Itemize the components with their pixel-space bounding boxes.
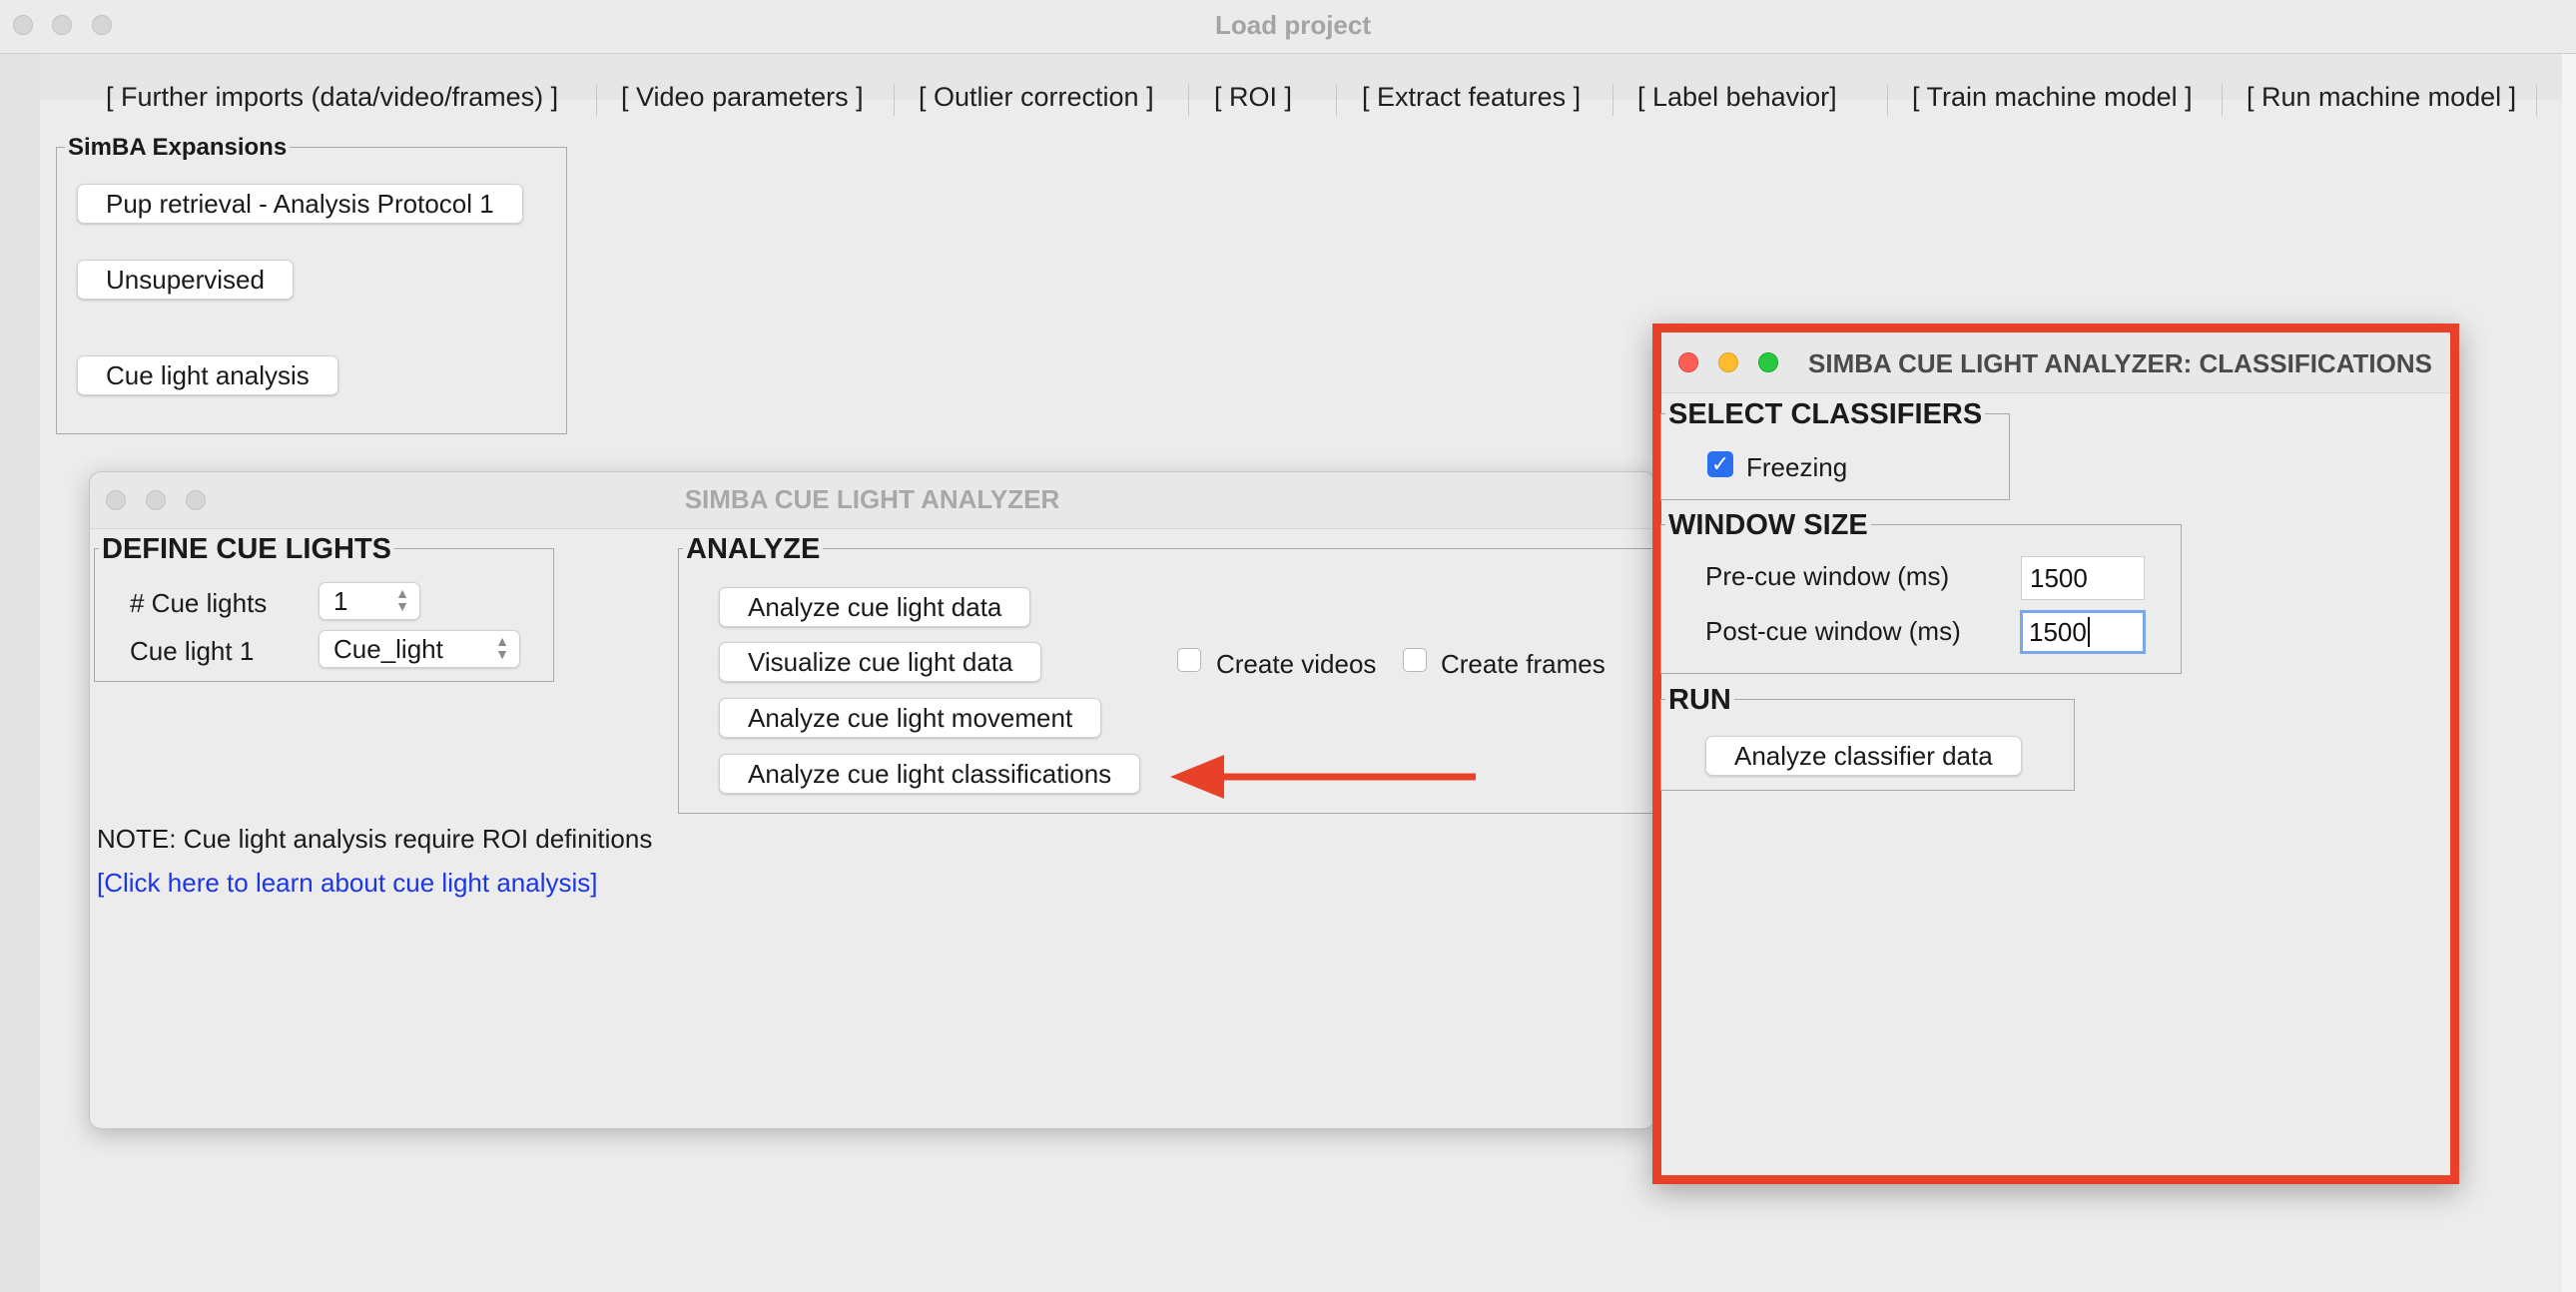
tab-separator	[1887, 84, 1888, 116]
cue-light-1-select[interactable]: Cue_light ▲ ▼	[319, 630, 520, 668]
freezing-label: Freezing	[1746, 452, 1848, 482]
select-classifiers-title: SELECT CLASSIFIERS	[1665, 398, 1986, 431]
main-titlebar: Load project	[0, 0, 2576, 54]
tab-separator	[1336, 84, 1337, 116]
analyze-cue-light-data-button[interactable]: Analyze cue light data	[719, 587, 1031, 627]
create-frames-label: Create frames	[1441, 649, 1606, 679]
tab-run-machine-model[interactable]: [ Run machine model ]	[2247, 82, 2516, 113]
define-cue-lights-title: DEFINE CUE LIGHTS	[99, 533, 395, 566]
cue-lights-count-spinbox[interactable]: 1 ▲ ▼	[319, 582, 420, 620]
analyze-cue-light-movement-button[interactable]: Analyze cue light movement	[719, 698, 1102, 738]
select-arrows-icon[interactable]: ▲ ▼	[495, 634, 509, 661]
tab-separator	[596, 84, 597, 116]
tab-separator	[2222, 84, 2223, 116]
pre-cue-window-input[interactable]: 1500	[2021, 556, 2145, 600]
cue-lights-count-value: 1	[333, 586, 348, 616]
freezing-checkbox[interactable]: ✓	[1707, 451, 1733, 477]
cue-light-analyzer-title: SIMBA CUE LIGHT ANALYZER	[684, 484, 1060, 514]
simba-expansions-title: SimBA Expansions	[65, 134, 291, 162]
tab-separator	[2536, 84, 2537, 116]
post-cue-window-value: 1500	[2029, 617, 2087, 647]
pre-cue-window-value: 1500	[2030, 563, 2088, 593]
create-videos-label: Create videos	[1216, 649, 1377, 679]
text-cursor	[2087, 617, 2090, 647]
stepper-arrows-icon[interactable]: ▲ ▼	[395, 586, 409, 613]
visualize-cue-light-data-button[interactable]: Visualize cue light data	[719, 642, 1042, 682]
create-videos-checkbox[interactable]	[1177, 648, 1201, 672]
cue-light-1-label: Cue light 1	[130, 636, 255, 666]
analyze-cue-light-classifications-button[interactable]: Analyze cue light classifications	[719, 754, 1141, 794]
tab-separator	[1188, 84, 1189, 116]
tab-extract-features[interactable]: [ Extract features ]	[1362, 82, 1581, 113]
tab-roi[interactable]: [ ROI ]	[1214, 82, 1292, 113]
cue-light-analyzer-window: SIMBA CUE LIGHT ANALYZER DEFINE CUE LIGH…	[89, 471, 1655, 1129]
classifications-title: SIMBA CUE LIGHT ANALYZER: CLASSIFICATION…	[1808, 348, 2432, 378]
annotation-arrow-icon	[1170, 755, 1476, 799]
post-cue-window-label: Post-cue window (ms)	[1705, 616, 1961, 646]
classifications-titlebar: SIMBA CUE LIGHT ANALYZER: CLASSIFICATION…	[1661, 332, 2450, 393]
analyze-title: ANALYZE	[683, 533, 824, 566]
tab-video-parameters[interactable]: [ Video parameters ]	[621, 82, 864, 113]
classifications-window: SIMBA CUE LIGHT ANALYZER: CLASSIFICATION…	[1652, 323, 2459, 1184]
window-size-title: WINDOW SIZE	[1665, 509, 1871, 542]
run-title: RUN	[1665, 684, 1734, 717]
cue-lights-count-label: # Cue lights	[130, 588, 268, 618]
cue-light-analyzer-titlebar: SIMBA CUE LIGHT ANALYZER	[90, 472, 1654, 529]
tab-separator	[894, 84, 895, 116]
post-cue-window-input[interactable]: 1500	[2020, 610, 2146, 654]
window-title: Load project	[1214, 10, 1371, 40]
create-frames-checkbox[interactable]	[1403, 648, 1427, 672]
analyze-classifier-data-button[interactable]: Analyze classifier data	[1705, 736, 2022, 776]
left-gutter	[0, 54, 40, 1292]
tab-train-machine-model[interactable]: [ Train machine model ]	[1912, 82, 2193, 113]
pre-cue-window-label: Pre-cue window (ms)	[1705, 561, 1950, 591]
tab-label-behavior[interactable]: [ Label behavior]	[1637, 82, 1837, 113]
tab-separator	[1612, 84, 1613, 116]
tab-further-imports[interactable]: [ Further imports (data/video/frames) ]	[106, 82, 558, 113]
note-text: NOTE: Cue light analysis require ROI def…	[97, 824, 653, 854]
right-gutter	[2562, 54, 2576, 1292]
cue-light-1-value: Cue_light	[333, 634, 443, 664]
tab-outlier-correction[interactable]: [ Outlier correction ]	[919, 82, 1154, 113]
learn-more-link[interactable]: [Click here to learn about cue light ana…	[97, 868, 598, 899]
unsupervised-button[interactable]: Unsupervised	[77, 260, 294, 300]
cue-light-analysis-button[interactable]: Cue light analysis	[77, 355, 338, 395]
pup-retrieval-button[interactable]: Pup retrieval - Analysis Protocol 1	[77, 184, 523, 224]
